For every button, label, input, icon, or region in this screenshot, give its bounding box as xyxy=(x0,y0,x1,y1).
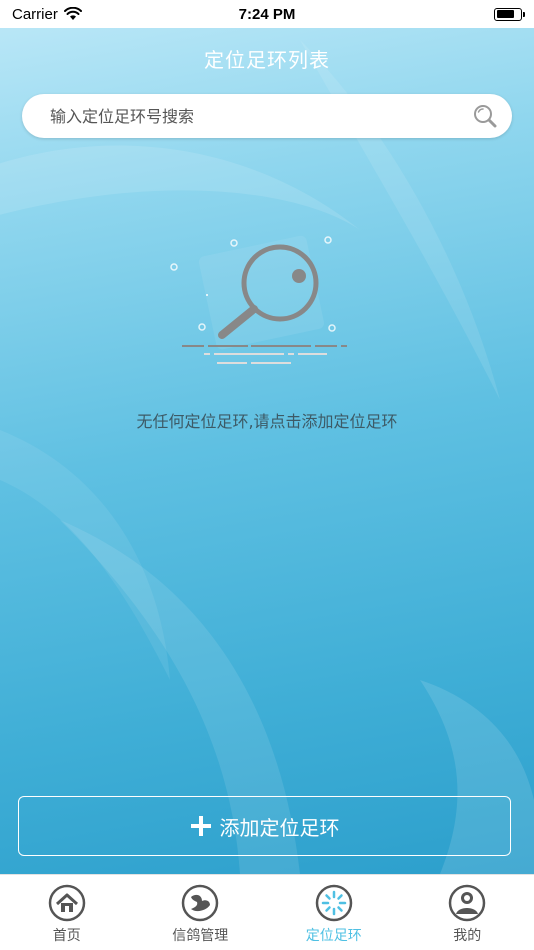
tab-label: 首页 xyxy=(52,928,81,944)
tab-label: 定位足环 xyxy=(305,928,362,944)
tab-bar: 首页 信鸽管理 定位足环 我的 xyxy=(0,874,534,950)
add-locator-label: 添加定位足环 xyxy=(219,815,340,840)
tab-home[interactable]: 首页 xyxy=(0,875,134,950)
tab-mine[interactable]: 我的 xyxy=(401,875,534,950)
tab-label: 我的 xyxy=(453,928,482,944)
empty-state-message: 无任何定位足环,请点击添加定位足环 xyxy=(136,412,398,431)
search-icon[interactable] xyxy=(472,103,498,129)
status-left: Carrier xyxy=(12,6,82,23)
pigeon-icon xyxy=(182,884,219,922)
carrier-label: Carrier xyxy=(12,5,58,23)
magnifier-empty-icon xyxy=(170,235,347,364)
search-input[interactable] xyxy=(50,106,472,126)
page-title: 定位足环列表 xyxy=(204,48,330,72)
tab-locator[interactable]: 定位足环 xyxy=(267,875,401,950)
home-icon xyxy=(48,884,85,922)
search-bar[interactable] xyxy=(22,94,512,138)
plus-icon xyxy=(190,816,211,836)
add-locator-button[interactable]: 添加定位足环 xyxy=(18,796,511,856)
wifi-icon xyxy=(63,7,82,20)
home-indicator xyxy=(0,946,534,950)
battery-icon xyxy=(494,7,525,21)
status-bar: Carrier 7:24 PM xyxy=(0,0,534,28)
tab-label: 信鸽管理 xyxy=(172,928,229,944)
locator-icon xyxy=(315,884,352,922)
tab-pigeon-management[interactable]: 信鸽管理 xyxy=(134,875,268,950)
user-icon xyxy=(449,884,486,922)
